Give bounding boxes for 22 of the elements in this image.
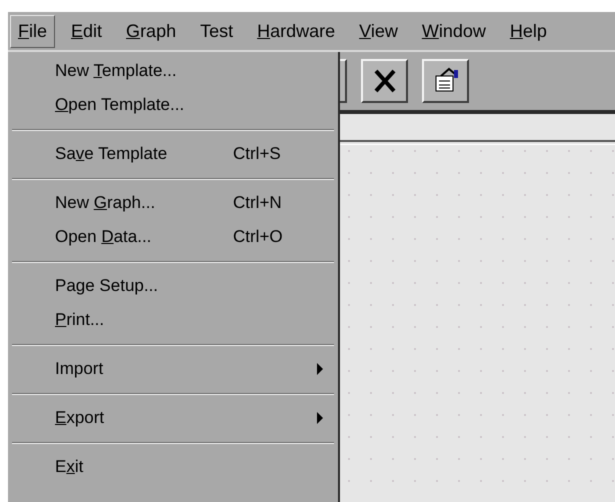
menu-bar-item[interactable]: File <box>10 14 56 48</box>
menu-item[interactable]: Page Setup... <box>8 269 338 303</box>
menu-bar-item[interactable]: Help <box>502 14 555 48</box>
submenu-arrow-icon <box>316 363 324 375</box>
menu-item[interactable]: Save Template Ctrl+S <box>8 137 338 171</box>
menu-bar-item[interactable]: Hardware <box>249 14 344 48</box>
menu-item[interactable]: Open Template... <box>8 88 338 122</box>
menu-item[interactable]: Export <box>8 401 338 435</box>
menu-item[interactable]: Import <box>8 352 338 386</box>
submenu-arrow-icon <box>316 412 324 424</box>
menu-item[interactable]: Exit <box>8 450 338 484</box>
menu-bar-item[interactable]: Edit <box>63 14 110 48</box>
properties-icon[interactable] <box>422 59 469 103</box>
menu-item[interactable]: Print... <box>8 303 338 337</box>
delete-icon[interactable] <box>361 59 408 103</box>
menu-item[interactable]: New Graph... Ctrl+N <box>8 186 338 220</box>
menu-bar-item[interactable]: Window <box>414 14 494 48</box>
menu-bar-item[interactable]: Test <box>192 14 242 48</box>
menu-item[interactable]: Open Data... Ctrl+O <box>8 220 338 254</box>
menu-item[interactable]: New Template... <box>8 54 338 88</box>
menu-bar-item[interactable]: Graph <box>118 14 184 48</box>
menu-bar-item[interactable]: View <box>351 14 406 48</box>
